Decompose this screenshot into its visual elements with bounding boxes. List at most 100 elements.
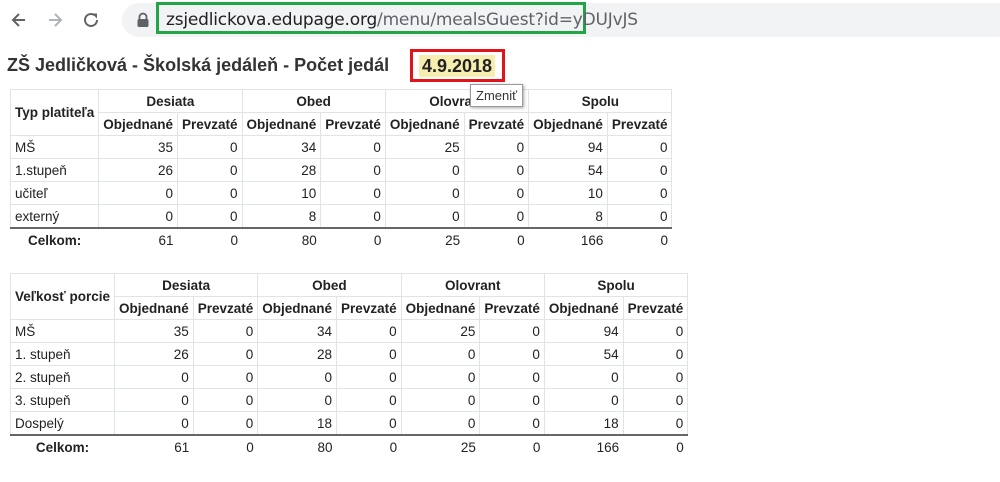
cell-value: 0 (622, 319, 689, 343)
cell-value: 0 (463, 135, 530, 159)
cell-value: 0 (479, 319, 545, 343)
cell-value: 0 (98, 204, 178, 229)
subheader-collected: Prevzaté (622, 296, 689, 320)
row-header: Typ platiteľa (9, 89, 100, 136)
cell-value: 0 (622, 342, 689, 366)
cell-value: 0 (192, 411, 259, 436)
subheader-ordered: Objednané (543, 296, 624, 320)
total-value: 0 (336, 434, 402, 458)
table-row: MŠ 35 0 34 0 25 0 94 0 (9, 135, 673, 159)
browser-toolbar: zsjedlickova.edupage.org/menu/mealsGuest… (0, 0, 1000, 40)
table-row: 1. stupeň 26 0 28 0 0 0 54 0 (10, 342, 689, 366)
cell-value: 0 (479, 365, 545, 389)
cell-value: 25 (384, 135, 465, 159)
cell-value: 0 (479, 342, 545, 366)
cell-value: 0 (384, 158, 465, 182)
subheader-collected: Prevzaté (606, 112, 673, 136)
cell-value: 0 (336, 388, 402, 412)
total-label: Celkom: (10, 227, 99, 251)
subheader-ordered: Objednané (113, 296, 194, 320)
cell-value: 8 (241, 204, 322, 229)
total-value: 0 (464, 227, 529, 251)
group-header-desiata: Desiata (98, 89, 243, 113)
subheader-ordered: Objednané (98, 112, 178, 136)
cell-value: 0 (192, 365, 259, 389)
cell-value: 0 (463, 204, 530, 229)
cell-value: 35 (98, 135, 178, 159)
subheader-ordered: Objednané (400, 296, 481, 320)
table-body: MŠ 35 0 34 0 25 0 94 0 1.stupeň 26 0 28 0 0 0 54 0 učiteľ 0… (9, 135, 673, 229)
total-value: 80 (257, 434, 337, 458)
cell-value: 0 (113, 365, 194, 389)
cell-value: 0 (479, 411, 545, 436)
table-body: MŠ 35 0 34 0 25 0 94 0 1. stupeň 26 0 28 0 0 0 54 0 2. stu… (10, 319, 689, 436)
cell-value: 0 (463, 158, 530, 182)
subheader-collected: Prevzaté (479, 296, 545, 320)
cell-value: 0 (384, 181, 465, 205)
cell-value: 0 (463, 181, 530, 205)
cell-value: 54 (543, 342, 624, 366)
url-text[interactable]: zsjedlickova.edupage.org/menu/mealsGuest… (166, 10, 638, 30)
row-label: externý (9, 204, 100, 229)
cell-value: 0 (257, 388, 338, 412)
cell-value: 94 (543, 319, 624, 343)
subheader-collected: Prevzaté (463, 112, 530, 136)
row-label: 3. stupeň (10, 388, 115, 412)
cell-value: 34 (257, 319, 338, 343)
cell-value: 18 (257, 411, 338, 436)
table-row: externý 0 0 8 0 0 0 8 0 (9, 204, 673, 229)
total-row: Celkom: 61 0 80 0 25 0 166 0 (10, 434, 688, 458)
cell-value: 18 (543, 411, 624, 436)
total-value: 25 (401, 434, 480, 458)
row-header: Veľkosť porcie (10, 273, 115, 320)
group-header-olovrant: Olovrant (400, 273, 545, 297)
portion-size-table: Veľkosť porcie Desiata Obed Olovrant Spo… (10, 273, 689, 458)
cell-value: 0 (622, 365, 689, 389)
row-label: MŠ (10, 319, 115, 343)
total-value: 25 (385, 227, 465, 251)
table-row: Dospelý 0 0 18 0 0 0 18 0 (10, 411, 689, 436)
date-selector[interactable]: 4.9.2018 (419, 55, 495, 77)
cell-value: 0 (113, 411, 194, 436)
subheader-collected: Prevzaté (320, 112, 386, 136)
cell-value: 10 (241, 181, 322, 205)
cell-value: 0 (400, 342, 481, 366)
subheader-ordered: Objednané (241, 112, 322, 136)
cell-value: 0 (98, 181, 178, 205)
cell-value: 94 (528, 135, 608, 159)
row-label: 1. stupeň (10, 342, 115, 366)
url-host: zsjedlickova.edupage.org (166, 10, 378, 30)
lock-icon[interactable] (136, 12, 150, 28)
cell-value: 8 (528, 204, 608, 229)
cell-value: 0 (606, 204, 673, 229)
cell-value: 54 (528, 158, 608, 182)
total-label: Celkom: (10, 434, 115, 458)
subheader-ordered: Objednané (257, 296, 338, 320)
total-value: 166 (528, 227, 608, 251)
address-bar[interactable]: zsjedlickova.edupage.org/menu/mealsGuest… (122, 2, 1000, 37)
group-header-obed: Obed (257, 273, 402, 297)
cell-value: 0 (622, 411, 689, 436)
forward-button[interactable] (38, 3, 72, 37)
reload-icon (84, 12, 98, 27)
cell-value: 0 (320, 204, 386, 229)
table-row: 1.stupeň 26 0 28 0 0 0 54 0 (9, 158, 673, 182)
cell-value: 0 (543, 365, 624, 389)
subheader-ordered: Objednané (384, 112, 465, 136)
back-button[interactable] (2, 3, 36, 37)
reload-button[interactable] (74, 3, 108, 37)
subheader-collected: Prevzaté (176, 112, 243, 136)
forward-arrow-icon (49, 13, 63, 27)
cell-value: 0 (400, 365, 481, 389)
cell-value: 10 (528, 181, 608, 205)
cell-value: 0 (606, 181, 673, 205)
cell-value: 0 (176, 158, 243, 182)
total-value: 0 (320, 227, 386, 251)
total-value: 61 (114, 434, 194, 458)
cell-value: 0 (192, 319, 259, 343)
cell-value: 0 (400, 411, 481, 436)
cell-value: 28 (241, 158, 322, 182)
cell-value: 25 (400, 319, 481, 343)
cell-value: 0 (606, 158, 673, 182)
cell-value: 0 (336, 319, 402, 343)
